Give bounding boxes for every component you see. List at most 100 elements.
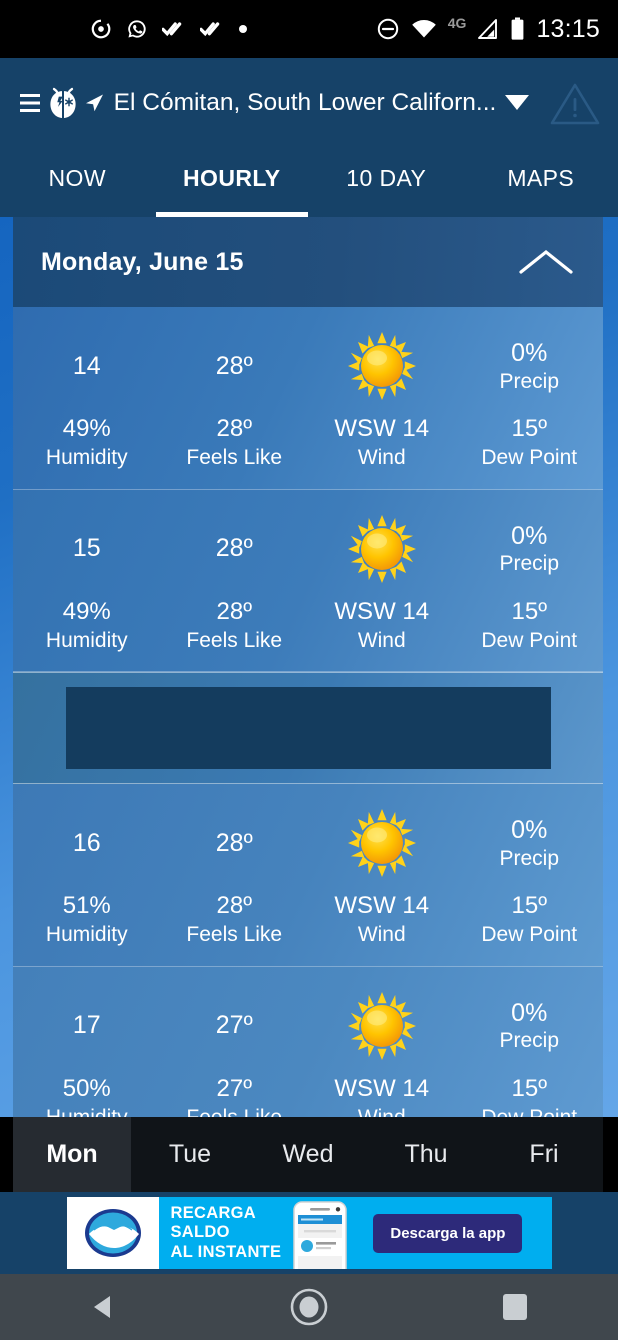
day-tab-wed[interactable]: Wed: [249, 1117, 367, 1192]
location-label: El Cómitan, South Lower Californ...: [113, 88, 497, 116]
nav-recents-button[interactable]: [455, 1294, 575, 1320]
day-tab-thu[interactable]: Thu: [367, 1117, 485, 1192]
nav-home-button[interactable]: [249, 1286, 369, 1328]
hourly-forecast-scroll[interactable]: Monday, June 15 14 28º 0% Precip 49% Hum…: [0, 217, 618, 1117]
hour-row[interactable]: 16 28º 0% Precip 51% Humidity 28º Feels …: [13, 784, 603, 967]
hour-humidity-label: Humidity: [45, 923, 128, 947]
hour-dew-point-cell: 15º Dew Point: [456, 890, 604, 950]
hour-row[interactable]: 17 27º 0% Precip 50% 27º WSW 14 15º: [13, 966, 603, 1117]
hour-dew-point-value: 15º: [511, 415, 547, 442]
hour-top-line: 17 27º 0% Precip: [13, 985, 603, 1067]
hour-top-line: 16 28º 0% Precip: [13, 802, 603, 884]
hour-wind-value: WSW 14: [334, 1074, 430, 1102]
weatherbug-ladybug-icon[interactable]: [42, 82, 84, 124]
ad-headline: RECARGA SALDO AL INSTANTE: [159, 1197, 282, 1269]
day-header[interactable]: Monday, June 15: [13, 217, 603, 307]
sun-icon: [347, 332, 416, 400]
hour-wind-cell: WSW 14 Wind: [308, 596, 456, 656]
home-circle-icon[interactable]: [288, 1286, 330, 1328]
hour-bottom-line: 50% Humidity 27º Feels Like WSW 14 Wind …: [13, 1073, 603, 1117]
app-bar: El Cómitan, South Lower Californ...: [0, 58, 618, 147]
inline-ad-placeholder[interactable]: [65, 687, 551, 770]
hour-feels-like-value: 28º: [216, 892, 252, 920]
status-bar-right-icons: 4G 13:15: [376, 15, 600, 44]
day-tab-fri[interactable]: Fri: [485, 1117, 603, 1192]
hour-bottom-line: 49% Humidity 28º Feels Like WSW 14 Wind …: [13, 413, 603, 473]
hour-feels-like-label: Feels Like: [186, 446, 283, 470]
alert-button[interactable]: [532, 80, 618, 126]
day-tab-mon[interactable]: Mon: [13, 1117, 131, 1192]
hour-precip-cell: 0% Precip: [456, 508, 604, 590]
hour-condition-cell: [308, 802, 456, 884]
ad-headline-line1: RECARGA: [170, 1203, 257, 1222]
hour-feels-like-value: 28º: [216, 597, 252, 625]
hour-bottom-line: 49% Humidity 28º Feels Like WSW 14 Wind …: [13, 596, 603, 656]
hour-row[interactable]: 15 28º 0% Precip 49% Humidity 28º Feels …: [13, 489, 604, 673]
status-bar: 4G 13:15: [0, 0, 618, 58]
caret-down-icon[interactable]: [505, 95, 530, 110]
hour-humidity-value: 51%: [62, 892, 111, 920]
hour-humidity-label: Humidity: [45, 628, 128, 652]
hour-feels-like-value: 27º: [216, 1074, 252, 1102]
hour-dew-point-cell: 15º Dew Point: [456, 1073, 604, 1117]
ad-headline-line2: SALDO: [170, 1223, 230, 1242]
tab-hourly[interactable]: HOURLY: [155, 147, 310, 217]
hour-time-cell: 17: [13, 985, 161, 1067]
hour-humidity-label: Humidity: [45, 446, 128, 470]
hour-bottom-line: 51% Humidity 28º Feels Like WSW 14 Wind …: [13, 890, 603, 950]
hour-feels-like-cell: 28º Feels Like: [161, 596, 309, 656]
tab-maps[interactable]: MAPS: [464, 147, 618, 217]
hour-precip-label: Precip: [499, 369, 560, 393]
inline-ad-slot[interactable]: [13, 672, 603, 785]
hour-time-cell: 14: [13, 325, 161, 407]
location-arrow-icon: [85, 94, 103, 111]
signal-icon: [478, 19, 498, 39]
ad-cta-wrap: Descarga la app: [359, 1197, 523, 1269]
hour-precip-value: 0%: [511, 521, 548, 550]
location-selector[interactable]: El Cómitan, South Lower Californ...: [80, 89, 532, 117]
double-check-icon: [162, 22, 182, 37]
hour-humidity-cell: 50% Humidity: [13, 1073, 161, 1117]
hour-feels-like-label: Feels Like: [186, 923, 283, 947]
primary-tabs: NOW HOURLY 10 DAY MAPS: [0, 147, 618, 217]
hour-humidity-label: Humidity: [13, 1104, 161, 1117]
hour-precip-value: 0%: [511, 998, 548, 1027]
hour-feels-like-value: 28º: [216, 415, 252, 442]
hour-time-cell: 15: [13, 508, 161, 590]
hour-feels-like-cell: 28º Feels Like: [161, 890, 309, 950]
hour-precip-label: Precip: [499, 1029, 560, 1053]
wifi-icon: [411, 20, 436, 38]
hour-humidity-value: 49%: [62, 597, 111, 625]
tab-now[interactable]: NOW: [0, 147, 155, 217]
hour-precip-cell: 0% Precip: [456, 802, 604, 884]
hour-temp-cell: 28º: [161, 325, 309, 407]
chevron-up-icon[interactable]: [517, 245, 575, 279]
hour-precip-value: 0%: [511, 339, 548, 368]
hamburger-menu-icon[interactable]: [20, 88, 44, 118]
day-header-title: Monday, June 15: [41, 247, 244, 276]
hour-dew-point-value: 15º: [511, 597, 547, 625]
ad-cta-button[interactable]: Descarga la app: [373, 1213, 523, 1253]
hour-temperature: 27º: [215, 1011, 253, 1040]
back-triangle-icon[interactable]: [90, 1293, 116, 1321]
hour-precip-label: Precip: [499, 846, 560, 870]
advertisement-banner[interactable]: RECARGA SALDO AL INSTANTE Descarga la ap…: [66, 1197, 552, 1269]
sun-icon: [347, 809, 416, 878]
recents-square-icon[interactable]: [503, 1294, 527, 1320]
nav-back-button[interactable]: [43, 1293, 163, 1321]
hour-wind-cell: WSW 14 Wind: [308, 413, 456, 473]
hour-time-cell: 16: [13, 802, 161, 884]
tab-10-day[interactable]: 10 DAY: [309, 147, 464, 217]
day-tab-tue[interactable]: Tue: [131, 1117, 249, 1192]
status-bar-left-icons: [90, 18, 248, 40]
hour-feels-like-cell: 27º Feels Like: [161, 1073, 309, 1117]
hour-dew-point-cell: 15º Dew Point: [456, 596, 604, 656]
hour-dew-point-label: Dew Point: [481, 446, 578, 470]
alert-triangle-icon[interactable]: [549, 80, 601, 126]
hour-humidity-value: 49%: [62, 415, 111, 442]
hour-feels-like-label: Feels Like: [161, 1104, 309, 1117]
sun-icon: [347, 514, 416, 583]
hour-row[interactable]: 14 28º 0% Precip 49% Humidity 28º Feels …: [13, 307, 603, 490]
hour-precip-cell: 0% Precip: [456, 325, 604, 407]
hour-condition-cell: [308, 325, 456, 407]
